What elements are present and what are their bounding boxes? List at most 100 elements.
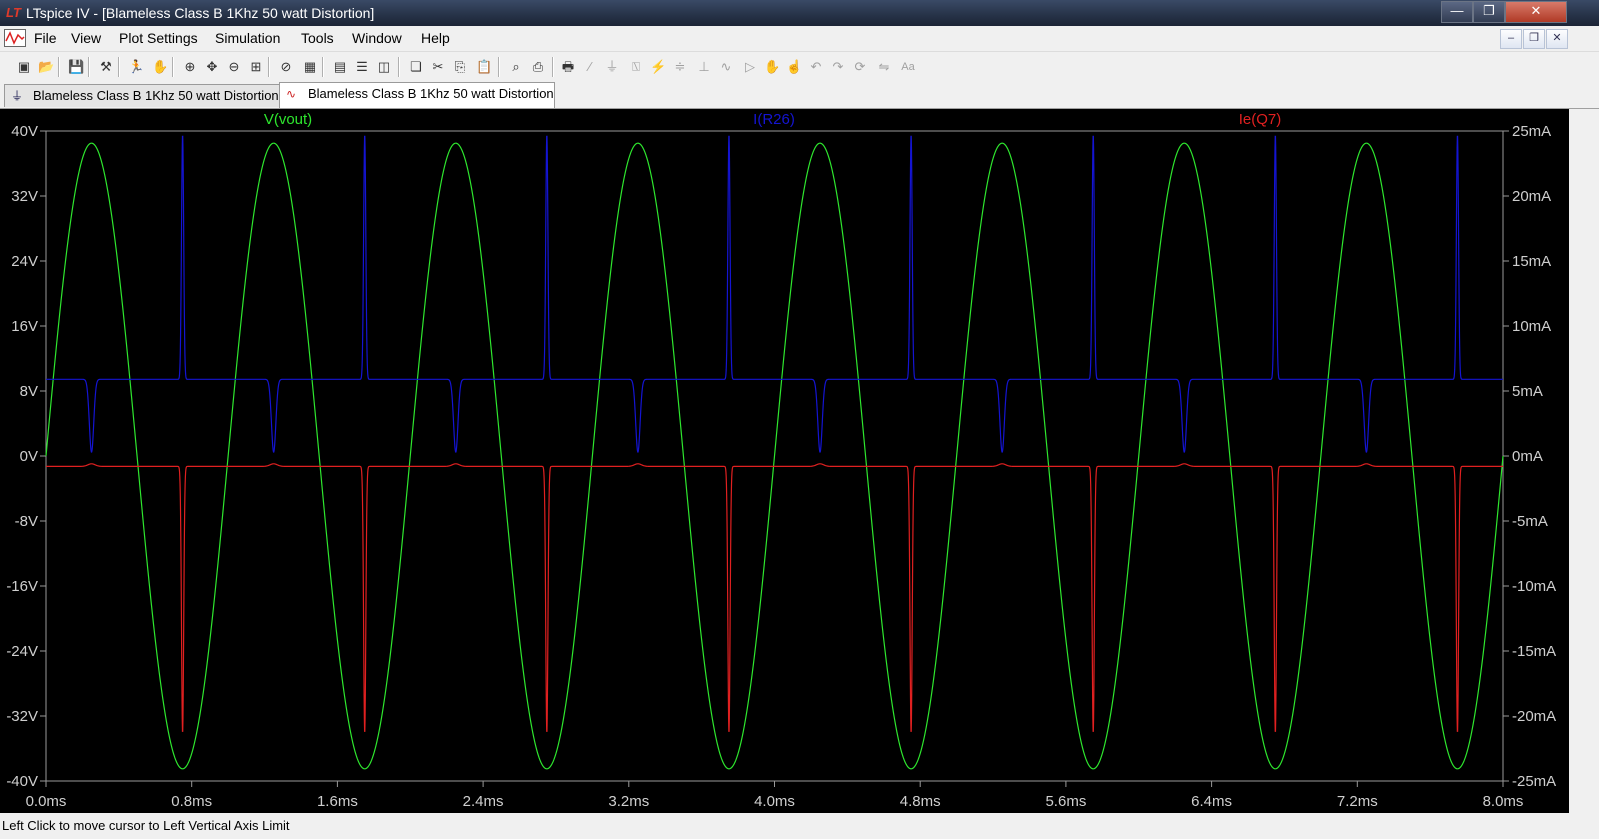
menu-window[interactable]: Window	[352, 30, 402, 46]
zoom-to-fit-icon[interactable]: ⊞	[248, 59, 264, 75]
mdi-close-button[interactable]: ✕	[1546, 29, 1568, 49]
menu-help[interactable]: Help	[421, 30, 450, 46]
drag-icon[interactable]: ☝	[786, 59, 802, 75]
waveform-icon	[4, 29, 26, 47]
new-schematic-icon[interactable]: ▣	[16, 59, 32, 75]
menu-plot-settings[interactable]: Plot Settings	[119, 30, 198, 46]
ground-icon[interactable]: ⏚	[604, 59, 620, 75]
toolbar-separator	[498, 57, 500, 77]
text-icon[interactable]: Aa	[900, 59, 916, 75]
save-icon[interactable]: 💾	[68, 59, 84, 75]
x-tick-label: 4.0ms	[754, 793, 795, 810]
pan-icon[interactable]: ✥	[204, 59, 220, 75]
plot-canvas[interactable]: 0.0ms 0.8ms 1.6ms 2.4ms 3.2ms 4.0ms 4.8ms 5.6ms…	[0, 109, 1569, 813]
mdi-restore-button[interactable]: ❐	[1523, 29, 1545, 49]
print-preview-icon[interactable]: ⎙	[530, 59, 546, 75]
toolbar-separator	[552, 57, 554, 77]
y-left-tick-label: -8V	[15, 513, 38, 530]
menu-view[interactable]: View	[71, 30, 101, 46]
y-left-tick-label: 0V	[20, 448, 38, 465]
waveform-icon: ∿	[286, 87, 297, 101]
window-edge	[1569, 109, 1599, 813]
y-left-tick-label: 8V	[20, 383, 38, 400]
component-icon[interactable]: ⚡	[650, 59, 666, 75]
print-icon[interactable]: 🖶	[560, 59, 576, 75]
redo-icon[interactable]: ↷	[830, 59, 846, 75]
y-right-tick-label: -15mA	[1512, 643, 1556, 660]
x-tick-label: 0.0ms	[26, 793, 67, 810]
toolbar-separator	[398, 57, 400, 77]
waveform-plot[interactable]: 0.0ms 0.8ms 1.6ms 2.4ms 3.2ms 4.0ms 4.8ms 5.6ms…	[0, 109, 1569, 813]
move-icon[interactable]: ✋	[764, 59, 780, 75]
mirror-icon[interactable]: ⇋	[876, 59, 892, 75]
series-line-ir26	[46, 135, 1503, 453]
resistor-icon[interactable]: ≑	[672, 59, 688, 75]
y-right-tick-label: 20mA	[1512, 188, 1551, 205]
y-left-tick-label: 24V	[11, 253, 38, 270]
toolbar: ▣ 📂 💾 ⚒ 🏃 ✋ ⊕ ✥ ⊖ ⊞ ⊘ ▦ ▤ ☰ ◫ ❏ ✂ ⎘ 📋 ⌕ ⎙ 🖶 ∕ ⏚ ⍂ ⚡ ≑ ⊥ ∿ ▷ ✋ ☝ ↶ ↷ ⟳ ⇋ Aa	[0, 52, 1599, 83]
ltspice-logo-icon: LT	[6, 5, 21, 20]
tab-label: Blameless Class B 1Khz 50 watt Distortio…	[308, 86, 554, 101]
tab-schematic[interactable]: ⏚ Blameless Class B 1Khz 50 watt Distort…	[4, 84, 280, 107]
autorange-icon[interactable]: ▦	[302, 59, 318, 75]
mdi-minimize-button[interactable]: –	[1500, 29, 1522, 49]
mark-data-points-icon[interactable]: ▤	[332, 59, 348, 75]
y-left-tick-label: -40V	[6, 773, 38, 790]
menu-tools[interactable]: Tools	[301, 30, 334, 46]
draw-wire-icon[interactable]: ∕	[582, 59, 598, 75]
schematic-icon: ⏚	[11, 89, 24, 103]
tab-label: Blameless Class B 1Khz 50 watt Distortio…	[33, 88, 279, 103]
tab-bar: ⏚ Blameless Class B 1Khz 50 watt Distort…	[0, 82, 1599, 109]
series-line-ieq7	[46, 463, 1503, 732]
toolbar-separator	[322, 57, 324, 77]
tile-horizontal-icon[interactable]: ☰	[354, 59, 370, 75]
halt-icon[interactable]: ✋	[152, 59, 168, 75]
window-title: LTspice IV - [Blameless Class B 1Khz 50 …	[26, 5, 375, 21]
x-tick-label: 2.4ms	[463, 793, 504, 810]
y-left-tick-label: -24V	[6, 643, 38, 660]
inductor-icon[interactable]: ∿	[718, 59, 734, 75]
hammer-control-panel-icon[interactable]: ⚒	[98, 59, 114, 75]
toolbar-separator	[88, 57, 90, 77]
series-line-vout	[45, 142, 1504, 770]
y-right-tick-label: -5mA	[1512, 513, 1548, 530]
x-tick-label: 8.0ms	[1483, 793, 1524, 810]
rotate-icon[interactable]: ⟳	[852, 59, 868, 75]
toolbar-separator	[58, 57, 60, 77]
y-right-tick-label: 15mA	[1512, 253, 1551, 270]
open-icon[interactable]: 📂	[38, 59, 54, 75]
x-tick-label: 1.6ms	[317, 793, 358, 810]
cascade-icon[interactable]: ❏	[408, 59, 424, 75]
y-right-tick-label: 10mA	[1512, 318, 1551, 335]
x-tick-label: 3.2ms	[608, 793, 649, 810]
minimize-button[interactable]: —	[1441, 1, 1473, 23]
tab-waveform[interactable]: ∿ Blameless Class B 1Khz 50 watt Distort…	[279, 82, 555, 108]
maximize-button[interactable]: ❐	[1473, 1, 1505, 23]
legend-i-r26-: I(R26)	[753, 111, 795, 128]
copy-icon[interactable]: ⎘	[452, 59, 468, 75]
zoom-out-icon[interactable]: ⊖	[226, 59, 242, 75]
tile-vertical-icon[interactable]: ◫	[376, 59, 392, 75]
label-net-icon[interactable]: ⍂	[628, 59, 644, 75]
run-icon[interactable]: 🏃	[128, 59, 144, 75]
legend-ie-q7-: Ie(Q7)	[1239, 111, 1282, 128]
cancel-zoom-icon[interactable]: ⊘	[278, 59, 294, 75]
diode-icon[interactable]: ▷	[742, 59, 758, 75]
x-tick-label: 5.6ms	[1045, 793, 1086, 810]
find-icon[interactable]: ⌕	[508, 59, 524, 75]
y-left-tick-label: 32V	[11, 188, 38, 205]
close-button[interactable]: ✕	[1505, 1, 1567, 23]
cut-icon[interactable]: ✂	[430, 59, 446, 75]
paste-icon[interactable]: 📋	[476, 59, 492, 75]
menu-file[interactable]: File	[34, 30, 57, 46]
x-tick-label: 7.2ms	[1337, 793, 1378, 810]
capacitor-icon[interactable]: ⊥	[696, 59, 712, 75]
x-tick-label: 0.8ms	[171, 793, 212, 810]
y-right-tick-label: -20mA	[1512, 708, 1556, 725]
undo-icon[interactable]: ↶	[808, 59, 824, 75]
y-left-tick-label: 16V	[11, 318, 38, 335]
y-left-tick-label: -16V	[6, 578, 38, 595]
y-right-tick-label: 5mA	[1512, 383, 1543, 400]
menu-simulation[interactable]: Simulation	[215, 30, 280, 46]
zoom-in-icon[interactable]: ⊕	[182, 59, 198, 75]
